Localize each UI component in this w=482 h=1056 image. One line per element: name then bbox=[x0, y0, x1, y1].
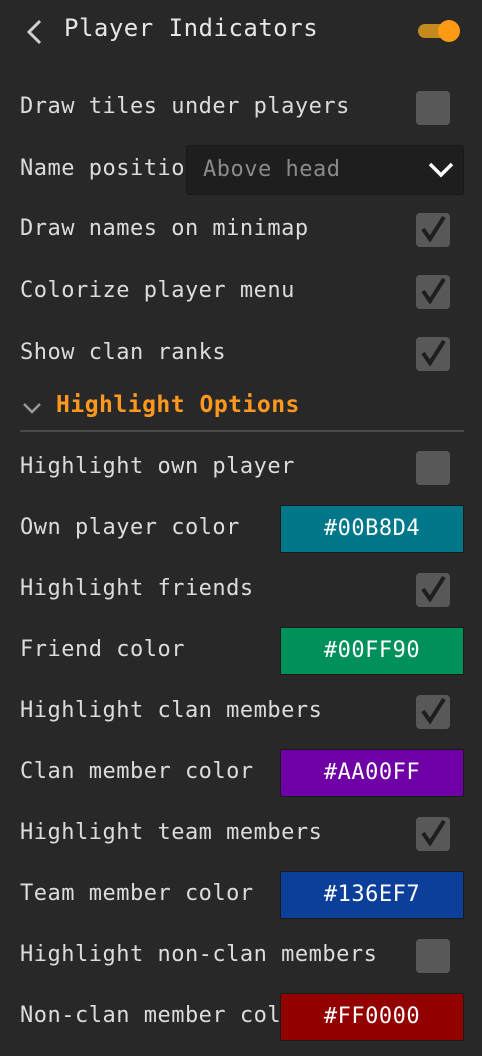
setting-label: Highlight non-clan members bbox=[20, 942, 378, 967]
clan-member-color-button[interactable]: #AA00FF bbox=[280, 749, 464, 797]
setting-label: Show clan ranks bbox=[20, 340, 227, 365]
setting-row-name-position: Name position Above head bbox=[0, 144, 482, 198]
page-title: Player Indicators bbox=[64, 14, 319, 42]
section-title: Highlight Options bbox=[56, 392, 300, 418]
section-highlight-options[interactable]: Highlight Options bbox=[0, 384, 482, 432]
setting-label: Friend color bbox=[20, 637, 185, 662]
setting-row-own-color: Own player color #00B8D4 bbox=[0, 503, 482, 557]
checkmark-icon bbox=[421, 339, 446, 367]
checkmark-icon bbox=[421, 215, 446, 243]
setting-row-highlight-clan: Highlight clan members bbox=[0, 686, 482, 740]
setting-label: Team member color bbox=[20, 881, 254, 906]
highlight-clan-checkbox[interactable] bbox=[416, 695, 450, 729]
checkmark-icon bbox=[421, 277, 446, 305]
setting-label: Non-clan member color bbox=[20, 1003, 309, 1028]
team-member-color-button[interactable]: #136EF7 bbox=[280, 871, 464, 919]
non-clan-member-color-button[interactable]: #FF0000 bbox=[280, 993, 464, 1041]
section-divider bbox=[20, 430, 464, 432]
own-player-color-button[interactable]: #00B8D4 bbox=[280, 505, 464, 553]
checkmark-icon bbox=[421, 575, 446, 603]
name-position-select[interactable]: Above head bbox=[186, 145, 464, 195]
select-value: Above head bbox=[203, 157, 341, 182]
highlight-friends-checkbox[interactable] bbox=[416, 573, 450, 607]
setting-row-friend-color: Friend color #00FF90 bbox=[0, 625, 482, 679]
plugin-enabled-toggle[interactable] bbox=[418, 20, 460, 42]
setting-label: Highlight clan members bbox=[20, 698, 323, 723]
friend-color-button[interactable]: #00FF90 bbox=[280, 627, 464, 675]
setting-row-colorize-menu: Colorize player menu bbox=[0, 266, 482, 320]
setting-row-highlight-non-clan: Highlight non-clan members bbox=[0, 930, 482, 984]
back-button[interactable] bbox=[22, 18, 48, 46]
setting-label: Highlight team members bbox=[20, 820, 323, 845]
setting-label: Highlight friends bbox=[20, 576, 254, 601]
setting-label: Highlight own player bbox=[20, 454, 295, 479]
setting-row-team-color: Team member color #136EF7 bbox=[0, 869, 482, 923]
chevron-left-icon bbox=[26, 19, 42, 45]
draw-tiles-checkbox[interactable] bbox=[416, 91, 450, 125]
highlight-team-checkbox[interactable] bbox=[416, 817, 450, 851]
clan-ranks-checkbox[interactable] bbox=[416, 337, 450, 371]
setting-label: Colorize player menu bbox=[20, 278, 295, 303]
checkmark-icon bbox=[421, 697, 446, 725]
names-minimap-checkbox[interactable] bbox=[416, 213, 450, 247]
highlight-non-clan-checkbox[interactable] bbox=[416, 939, 450, 973]
setting-row-highlight-friends: Highlight friends bbox=[0, 564, 482, 618]
setting-label: Draw names on minimap bbox=[20, 216, 309, 241]
chevron-down-icon bbox=[23, 403, 41, 414]
chevron-down-icon bbox=[428, 162, 454, 178]
setting-row-names-minimap: Draw names on minimap bbox=[0, 204, 482, 258]
setting-row-clan-ranks: Show clan ranks bbox=[0, 328, 482, 382]
setting-label: Own player color bbox=[20, 515, 240, 540]
setting-row-non-clan-color: Non-clan member color #FF0000 bbox=[0, 991, 482, 1045]
setting-label: Draw tiles under players bbox=[20, 94, 350, 119]
header: Player Indicators bbox=[0, 0, 482, 64]
checkmark-icon bbox=[421, 819, 446, 847]
setting-row-clan-color: Clan member color #AA00FF bbox=[0, 747, 482, 801]
setting-row-highlight-own: Highlight own player bbox=[0, 442, 482, 496]
setting-label: Name position bbox=[20, 156, 199, 181]
toggle-knob bbox=[438, 20, 460, 42]
highlight-own-checkbox[interactable] bbox=[416, 451, 450, 485]
setting-label: Clan member color bbox=[20, 759, 254, 784]
setting-row-draw-tiles: Draw tiles under players bbox=[0, 82, 482, 136]
colorize-menu-checkbox[interactable] bbox=[416, 275, 450, 309]
setting-row-highlight-team: Highlight team members bbox=[0, 808, 482, 862]
